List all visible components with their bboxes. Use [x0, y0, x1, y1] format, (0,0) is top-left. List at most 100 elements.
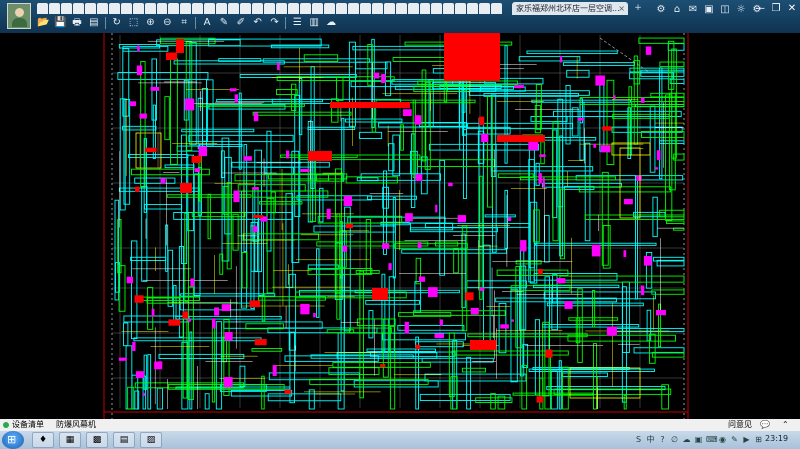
tray-icon[interactable]: ▶	[742, 434, 751, 445]
system-icon[interactable]: ⌂	[672, 4, 682, 15]
file-tab[interactable]	[323, 3, 335, 14]
equipment-block	[224, 331, 233, 341]
system-icon[interactable]: ⚙	[656, 4, 666, 15]
file-tab[interactable]	[252, 3, 264, 14]
file-tab[interactable]	[72, 3, 84, 14]
file-tab[interactable]	[371, 3, 383, 14]
file-tab[interactable]	[407, 3, 419, 14]
taskbar-app-icon[interactable]: ♦	[32, 432, 54, 448]
file-tab[interactable]	[48, 3, 60, 14]
file-tab[interactable]	[96, 3, 108, 14]
zoom-out-icon[interactable]: ⊖	[161, 17, 173, 29]
file-tab[interactable]	[144, 3, 156, 14]
close-tab-icon[interactable]: ×	[618, 2, 625, 15]
file-tab[interactable]	[228, 3, 240, 14]
system-icon[interactable]: ☼	[736, 4, 746, 15]
file-tab[interactable]	[455, 3, 467, 14]
tray-icon[interactable]: 中	[646, 434, 655, 445]
brush-icon[interactable]: ✐	[235, 17, 247, 29]
open-icon[interactable]: 📂	[37, 17, 49, 29]
file-tab[interactable]	[120, 3, 132, 14]
file-tab[interactable]	[359, 3, 371, 14]
file-tab[interactable]	[180, 3, 192, 14]
file-tab[interactable]	[467, 3, 479, 14]
file-tab[interactable]	[204, 3, 216, 14]
start-button[interactable]: ⊞	[2, 431, 24, 449]
file-tab[interactable]	[276, 3, 288, 14]
file-tab[interactable]	[37, 3, 48, 14]
redo-icon[interactable]: ↷	[269, 17, 281, 29]
system-icon[interactable]: ◫	[720, 4, 730, 15]
expand-icon[interactable]: ⌃	[782, 419, 789, 431]
tray-icon[interactable]: ◉	[718, 434, 727, 445]
file-tab[interactable]	[288, 3, 299, 14]
tray-icon[interactable]: ☁	[682, 434, 691, 445]
taskbar-app-icon[interactable]: ▤	[113, 432, 135, 448]
file-tab[interactable]	[192, 3, 204, 14]
file-tab[interactable]	[264, 3, 276, 14]
zoom-window-icon[interactable]: ⬚	[128, 17, 140, 29]
cad-drawing-canvas[interactable]	[0, 33, 800, 419]
taskbar-app-icon[interactable]: ▦	[59, 432, 81, 448]
tray-icon[interactable]: ∅	[670, 434, 679, 445]
equipment-block	[158, 361, 163, 365]
tray-icon[interactable]: ?	[658, 434, 667, 445]
file-tab[interactable]	[395, 3, 407, 14]
tray-icon[interactable]: ✎	[730, 434, 739, 445]
close-button[interactable]: ✕	[787, 3, 797, 14]
tray-icon[interactable]: ⌨	[706, 434, 718, 445]
file-tab[interactable]	[168, 3, 180, 14]
new-tab-button[interactable]: +	[631, 3, 645, 14]
measure-icon[interactable]: ⌗	[178, 17, 190, 29]
file-tab[interactable]	[108, 3, 120, 14]
file-tab[interactable]	[479, 3, 491, 14]
zoom-in-icon[interactable]: ⊕	[144, 17, 156, 29]
rotate-icon[interactable]: ↻	[111, 17, 123, 29]
feedback-link[interactable]: 问意见	[728, 419, 752, 431]
status-layer-label[interactable]: 设备清单	[12, 419, 44, 431]
equipment-block	[600, 145, 611, 153]
text-icon[interactable]: A	[201, 17, 213, 29]
file-tab[interactable]	[443, 3, 455, 14]
print-icon[interactable]: 🖶	[71, 17, 83, 29]
file-tab[interactable]	[383, 3, 395, 14]
user-avatar[interactable]	[7, 3, 31, 29]
system-icon[interactable]: ▣	[704, 4, 714, 15]
file-tab[interactable]	[299, 3, 311, 14]
pen-icon[interactable]: ✎	[218, 17, 230, 29]
equipment-block	[212, 318, 216, 329]
layers-icon[interactable]: ☰	[291, 17, 303, 29]
taskbar-app-icon[interactable]: ▨	[140, 432, 162, 448]
chat-icon[interactable]: 💬	[760, 419, 770, 431]
tray-icon[interactable]: ▣	[694, 434, 703, 445]
save-icon[interactable]: 💾	[54, 17, 66, 29]
file-tab[interactable]	[347, 3, 359, 14]
file-tab[interactable]	[84, 3, 96, 14]
file-tab[interactable]	[240, 3, 252, 14]
minimize-button[interactable]: —	[755, 3, 765, 14]
file-tab[interactable]	[311, 3, 323, 14]
file-tab[interactable]	[156, 3, 168, 14]
file-tab[interactable]	[132, 3, 144, 14]
tray-icon[interactable]: S	[634, 434, 643, 445]
file-tab[interactable]	[431, 3, 443, 14]
equipment-block	[221, 304, 231, 312]
cad-drawing[interactable]	[0, 33, 800, 419]
file-tab[interactable]	[491, 3, 503, 14]
layout-icon[interactable]: ▥	[308, 17, 320, 29]
system-icon[interactable]: ✉	[688, 4, 698, 15]
duct-segment	[365, 219, 372, 274]
taskbar-app-icon[interactable]: ▩	[86, 432, 108, 448]
file-tab[interactable]	[60, 3, 72, 14]
restore-button[interactable]: ❐	[771, 3, 781, 14]
preview-icon[interactable]: ▤	[88, 17, 100, 29]
tab-active-drawing[interactable]: 家乐福郑州北环店一层空调... ×	[512, 2, 628, 15]
file-tab[interactable]	[216, 3, 228, 14]
equipment-block	[118, 357, 127, 361]
file-tab[interactable]	[335, 3, 347, 14]
tray-icon[interactable]: ⊞	[754, 434, 763, 445]
cloud-icon[interactable]: ☁	[325, 17, 337, 29]
file-tab[interactable]	[419, 3, 431, 14]
status-block-label[interactable]: 防爆风幕机	[56, 419, 96, 431]
undo-icon[interactable]: ↶	[252, 17, 264, 29]
